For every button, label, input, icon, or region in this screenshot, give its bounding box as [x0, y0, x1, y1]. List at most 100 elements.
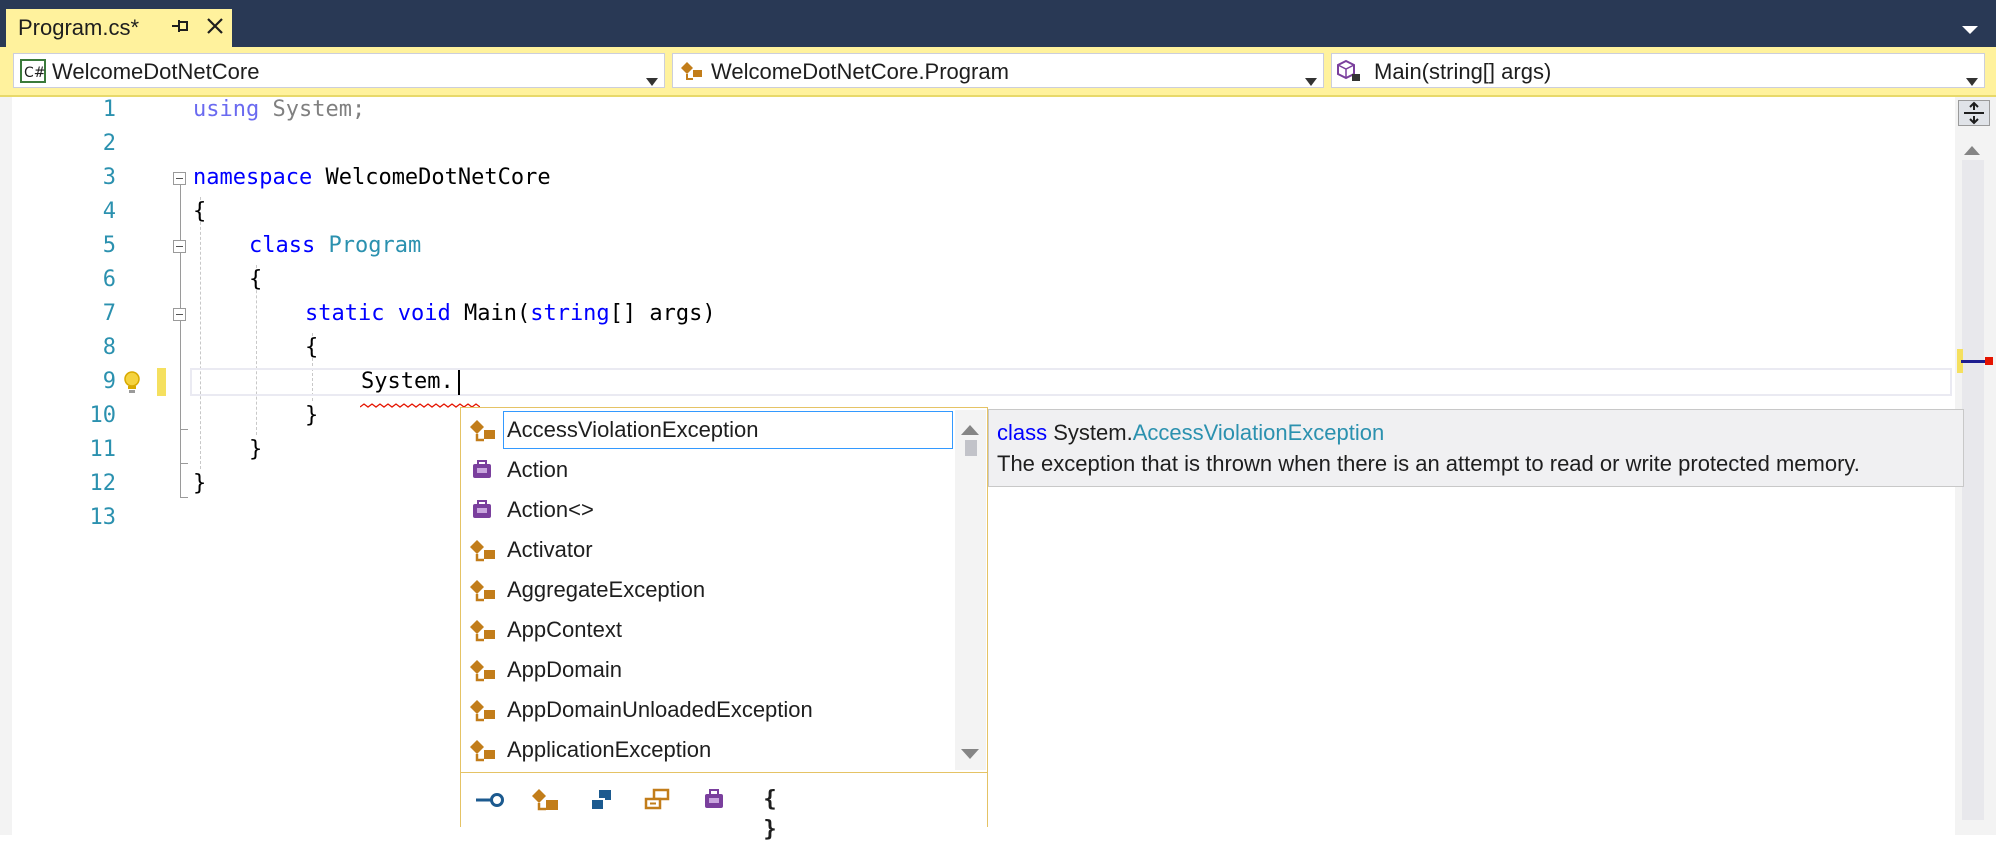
completion-label: Action<>: [507, 497, 594, 522]
class-filter-icon[interactable]: [529, 785, 563, 815]
completion-scrollbar[interactable]: [955, 410, 986, 770]
completion-item[interactable]: ApplicationException: [463, 731, 953, 771]
collapse-method-icon[interactable]: [173, 308, 186, 321]
keyword: using: [193, 97, 260, 122]
code-text: [] args): [609, 301, 716, 326]
code-line-10: }: [305, 403, 319, 428]
completion-item[interactable]: AggregateException: [463, 571, 953, 611]
completion-scroll-thumb[interactable]: [965, 440, 977, 456]
completion-item[interactable]: Action: [463, 451, 953, 491]
indent-guide: [200, 197, 201, 469]
code-line-1: using System;: [193, 97, 365, 122]
class-icon: [468, 738, 498, 764]
code-line-11: }: [249, 437, 263, 462]
code-line-3: namespace WelcomeDotNetCore: [193, 165, 551, 190]
line-number: 5: [102, 233, 116, 258]
quick-info-signature: class System.AccessViolationException: [997, 420, 1384, 446]
class-icon: [468, 578, 498, 604]
keyword: namespace: [193, 165, 313, 190]
line-number: 4: [102, 199, 116, 224]
class-icon: [468, 538, 498, 564]
namespace-name: System.: [1053, 420, 1133, 445]
member-dropdown[interactable]: Main(string[] args): [1331, 53, 1985, 88]
lightbulb-icon[interactable]: [120, 369, 144, 397]
csharp-project-icon: C#: [20, 59, 46, 83]
enum-filter-icon[interactable]: [641, 785, 675, 815]
scroll-up-icon[interactable]: [961, 420, 979, 435]
scrollbar-marker-map: [1955, 347, 1996, 375]
quick-info-tooltip: class System.AccessViolationException Th…: [988, 409, 1964, 487]
completion-item[interactable]: AppDomain: [463, 651, 953, 691]
completion-item[interactable]: AccessViolationException: [463, 411, 953, 451]
completion-filter-bar: { }: [461, 772, 987, 842]
split-window-icon[interactable]: [1958, 100, 1990, 126]
type-name: AccessViolationException: [1132, 420, 1385, 445]
project-name: WelcomeDotNetCore: [52, 59, 260, 84]
code-text: WelcomeDotNetCore: [312, 165, 551, 190]
completion-item[interactable]: AppContext: [463, 611, 953, 651]
method-icon: [1336, 59, 1362, 83]
chevron-down-icon: [1966, 67, 1978, 86]
outline-end: [180, 463, 188, 464]
line-number: 12: [89, 471, 117, 496]
completion-label: AccessViolationException: [507, 417, 759, 442]
outline-end: [180, 497, 188, 498]
class-icon: [468, 658, 498, 684]
project-dropdown[interactable]: C# WelcomeDotNetCore: [13, 53, 665, 88]
close-icon[interactable]: [202, 12, 228, 40]
completion-list: AccessViolationException Action Action<>…: [460, 407, 988, 842]
code-line-8: {: [305, 335, 319, 360]
class-icon: [468, 698, 498, 724]
completion-label: AppDomainUnloadedException: [507, 697, 813, 722]
tab-overflow-dropdown-icon[interactable]: [1960, 22, 1980, 36]
code-line-9: System.: [361, 369, 454, 394]
type-dropdown[interactable]: WelcomeDotNetCore.Program: [672, 53, 1324, 88]
delegate-icon: [468, 498, 498, 524]
code-text: System;: [259, 97, 366, 122]
collapse-class-icon[interactable]: [173, 240, 186, 253]
scroll-down-icon[interactable]: [961, 745, 979, 759]
outline-line: [180, 185, 181, 497]
line-number: 13: [89, 505, 117, 530]
collapse-namespace-icon[interactable]: [173, 172, 186, 185]
pin-icon[interactable]: [168, 13, 192, 39]
line-number: 3: [102, 165, 116, 190]
scroll-track[interactable]: [1962, 160, 1984, 820]
line-number: 2: [102, 131, 116, 156]
unsaved-change-marker: [157, 368, 166, 396]
keyword: class: [249, 233, 316, 258]
line-number: 7: [102, 301, 116, 326]
completion-item[interactable]: Action<>: [463, 491, 953, 531]
namespace-filter-icon[interactable]: { }: [753, 785, 787, 842]
current-line-highlight: [190, 368, 1952, 396]
tab-title: Program.cs*: [18, 15, 140, 40]
type-name: Program: [328, 233, 422, 258]
interface-filter-icon[interactable]: [473, 785, 507, 815]
structure-filter-icon[interactable]: [585, 785, 619, 815]
completion-label: AppDomain: [507, 657, 622, 682]
completion-item[interactable]: Activator: [463, 531, 953, 571]
chevron-down-icon: [1305, 67, 1317, 86]
scroll-up-icon[interactable]: [1964, 140, 1980, 155]
completion-label: AppContext: [507, 617, 622, 642]
class-icon: [468, 618, 498, 644]
code-line-5: class Program: [249, 233, 421, 258]
code-line-12: }: [193, 471, 207, 496]
keyword: class: [997, 420, 1048, 445]
completion-label: AggregateException: [507, 577, 706, 602]
code-line-6: {: [249, 267, 263, 292]
keyword: string: [530, 301, 610, 326]
delegate-filter-icon[interactable]: [697, 785, 731, 815]
keyword: void: [397, 301, 451, 326]
keyword: static: [305, 301, 385, 326]
class-icon: [468, 418, 498, 444]
code-line-7: static void Main(string[] args): [305, 301, 716, 326]
type-name: WelcomeDotNetCore.Program: [711, 59, 1009, 84]
delegate-icon: [468, 458, 498, 484]
completion-item[interactable]: AppDomainUnloadedException: [463, 691, 953, 731]
class-icon: [679, 59, 705, 83]
tab-program-cs[interactable]: Program.cs*: [6, 9, 232, 47]
line-number: 6: [102, 267, 116, 292]
line-number: 10: [89, 403, 117, 428]
editor-margin: [0, 97, 12, 835]
